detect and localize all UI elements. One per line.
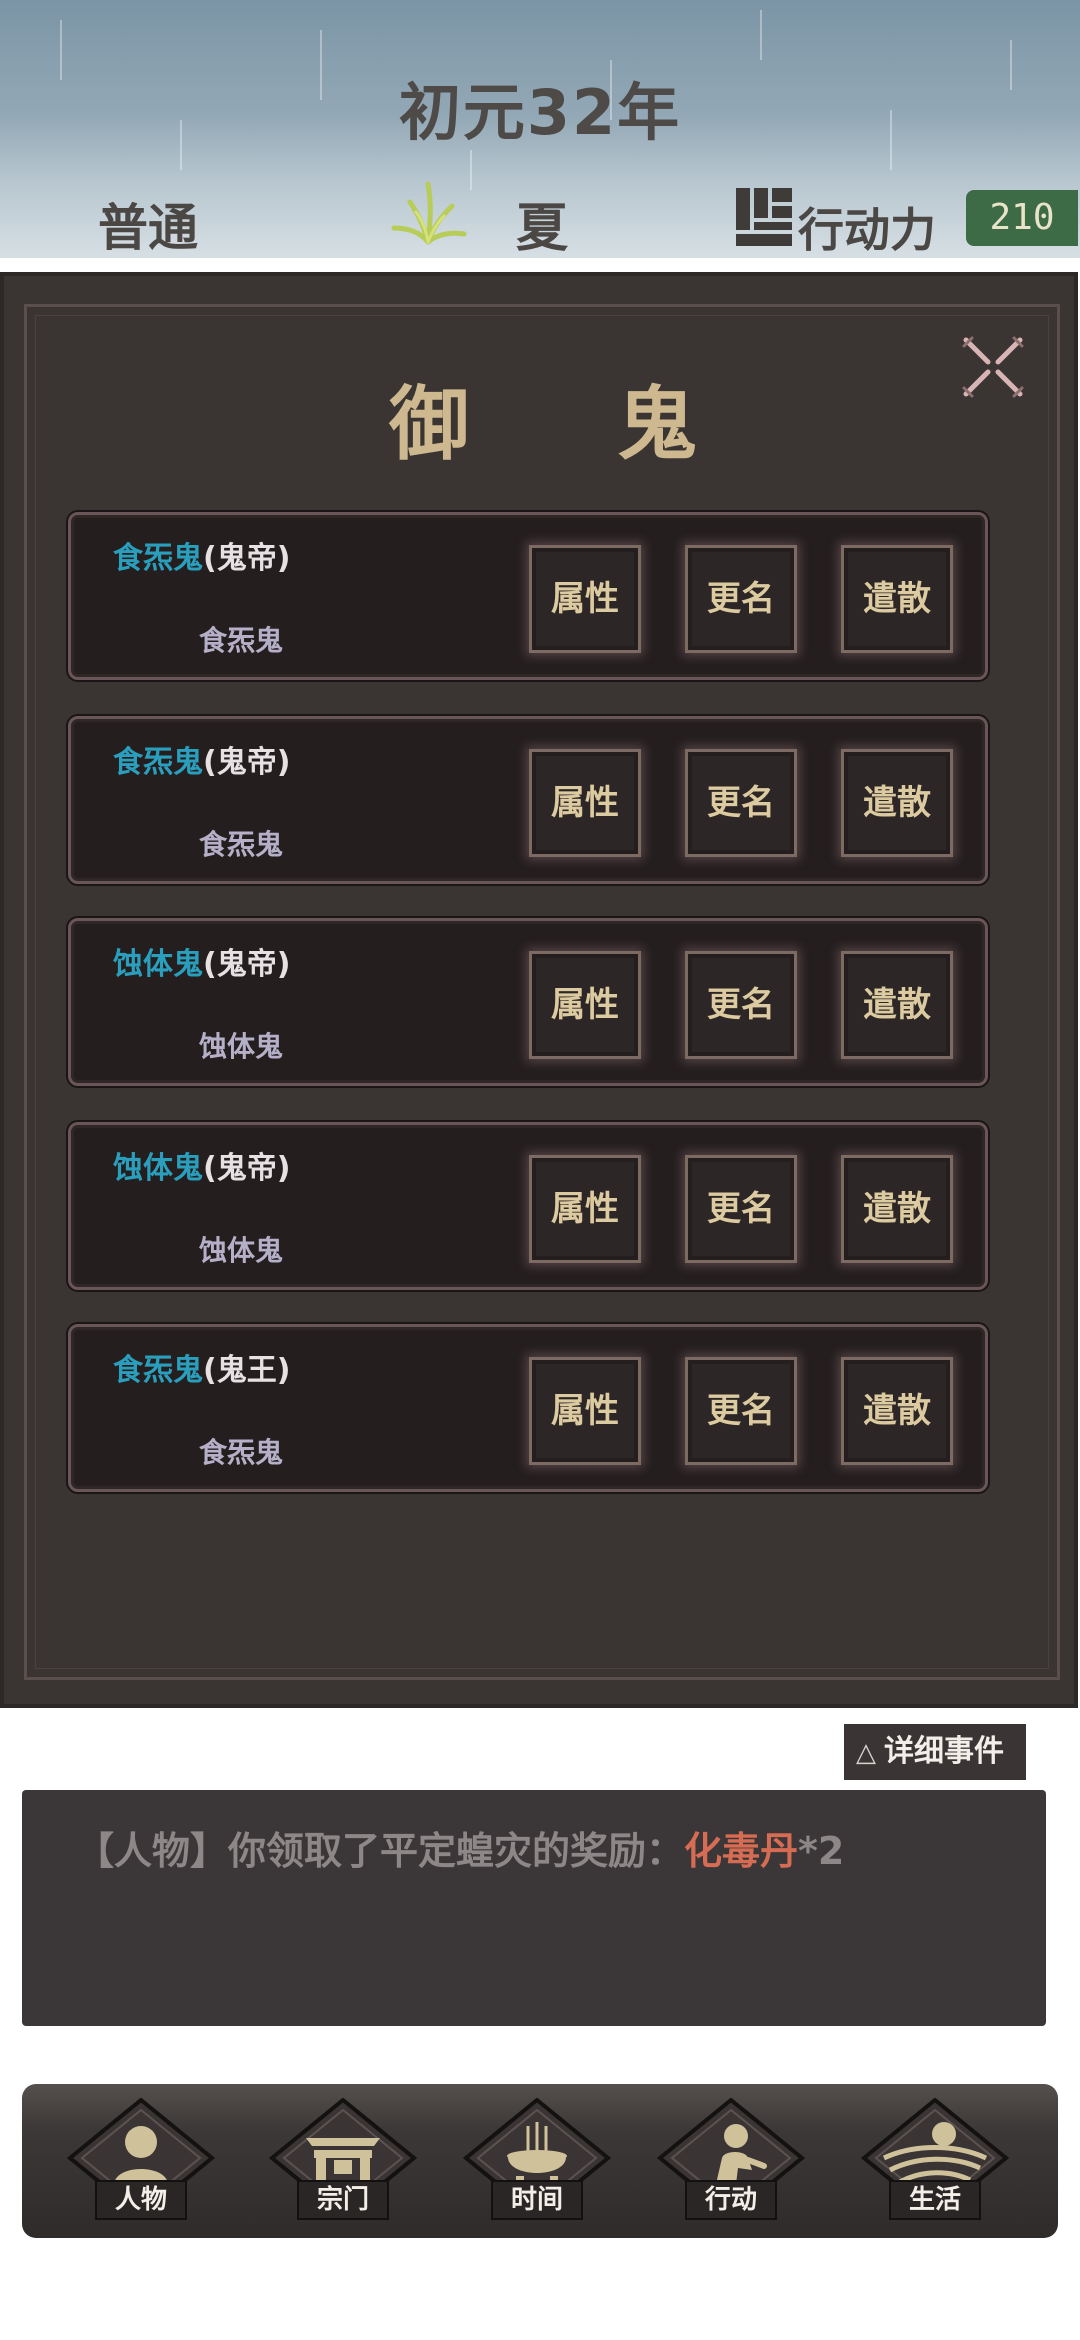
ghost-row: 食炁鬼(鬼王) 食炁鬼 属性 更名 遣散: [68, 1324, 988, 1492]
nav-label: 时间: [491, 2180, 583, 2220]
rename-button[interactable]: 更名: [685, 1357, 797, 1465]
dismiss-button[interactable]: 遣散: [841, 1155, 953, 1263]
dismiss-button[interactable]: 遣散: [841, 1357, 953, 1465]
ghost-row: 蚀体鬼(鬼帝) 蚀体鬼 属性 更名 遣散: [68, 1122, 988, 1290]
rename-button[interactable]: 更名: [685, 545, 797, 653]
ghost-name: 食炁鬼(鬼王): [113, 1353, 291, 1388]
ghost-name: 食炁鬼(鬼帝): [113, 541, 291, 576]
ghost-type: 蚀体鬼: [199, 1030, 284, 1063]
rain-streak: [470, 150, 472, 190]
dismiss-button[interactable]: 遣散: [841, 749, 953, 857]
nav-label: 人物: [95, 2180, 187, 2220]
current-year: 初元32年: [398, 76, 682, 149]
close-icon[interactable]: [958, 332, 1028, 402]
nav-item-action[interactable]: 行动: [656, 2098, 806, 2226]
grass-season-icon: [391, 181, 467, 245]
nav-item-life[interactable]: 生活: [860, 2098, 1010, 2226]
detailed-events-button[interactable]: △ 详细事件: [844, 1724, 1026, 1780]
bottom-nav: 人物 宗门 时间 行动 生活: [22, 2084, 1058, 2238]
ghost-type: 食炁鬼: [199, 1436, 284, 1469]
season-label: 夏: [516, 199, 569, 258]
ghost-type: 食炁鬼: [199, 624, 284, 657]
nav-label: 宗门: [297, 2180, 389, 2220]
ghost-row: 蚀体鬼(鬼帝) 蚀体鬼 属性 更名 遣散: [68, 918, 988, 1086]
nav-item-person[interactable]: 人物: [66, 2098, 216, 2226]
rain-streak: [760, 10, 762, 60]
ghost-name: 蚀体鬼(鬼帝): [113, 1151, 291, 1186]
rename-button[interactable]: 更名: [685, 749, 797, 857]
event-log: 【人物】你领取了平定蝗灾的奖励：化毒丹*2: [22, 1790, 1046, 2026]
top-status-bar: 初元32年 普通 夏 行动力 210: [0, 0, 1080, 258]
action-points-icon: [736, 188, 792, 246]
dialog-title: 御 鬼: [389, 378, 757, 471]
difficulty-label: 普通: [98, 199, 198, 257]
nav-item-sect[interactable]: 宗门: [268, 2098, 418, 2226]
triangle-icon: △: [856, 1738, 876, 1768]
ghost-control-dialog: 御 鬼 食炁鬼(鬼帝) 食炁鬼 属性 更名 遣散 食炁鬼(鬼帝) 食炁鬼 属性 …: [0, 272, 1078, 1708]
dismiss-button[interactable]: 遣散: [841, 545, 953, 653]
nav-label: 行动: [685, 2180, 777, 2220]
ghost-row: 食炁鬼(鬼帝) 食炁鬼 属性 更名 遣散: [68, 716, 988, 884]
ghost-type: 蚀体鬼: [199, 1234, 284, 1267]
action-points-value: 210: [966, 190, 1078, 246]
ghost-row: 食炁鬼(鬼帝) 食炁鬼 属性 更名 遣散: [68, 512, 988, 680]
attributes-button[interactable]: 属性: [529, 545, 641, 653]
rename-button[interactable]: 更名: [685, 951, 797, 1059]
attributes-button[interactable]: 属性: [529, 1357, 641, 1465]
action-points-label: 行动力: [798, 203, 936, 257]
ghost-type: 食炁鬼: [199, 828, 284, 861]
attributes-button[interactable]: 属性: [529, 1155, 641, 1263]
ghost-name: 蚀体鬼(鬼帝): [113, 947, 291, 982]
attributes-button[interactable]: 属性: [529, 951, 641, 1059]
event-log-entry: 【人物】你领取了平定蝗灾的奖励：化毒丹*2: [76, 1829, 845, 1873]
attributes-button[interactable]: 属性: [529, 749, 641, 857]
nav-item-time[interactable]: 时间: [462, 2098, 612, 2226]
ghost-name: 食炁鬼(鬼帝): [113, 745, 291, 780]
nav-label: 生活: [889, 2180, 981, 2220]
dismiss-button[interactable]: 遣散: [841, 951, 953, 1059]
rename-button[interactable]: 更名: [685, 1155, 797, 1263]
